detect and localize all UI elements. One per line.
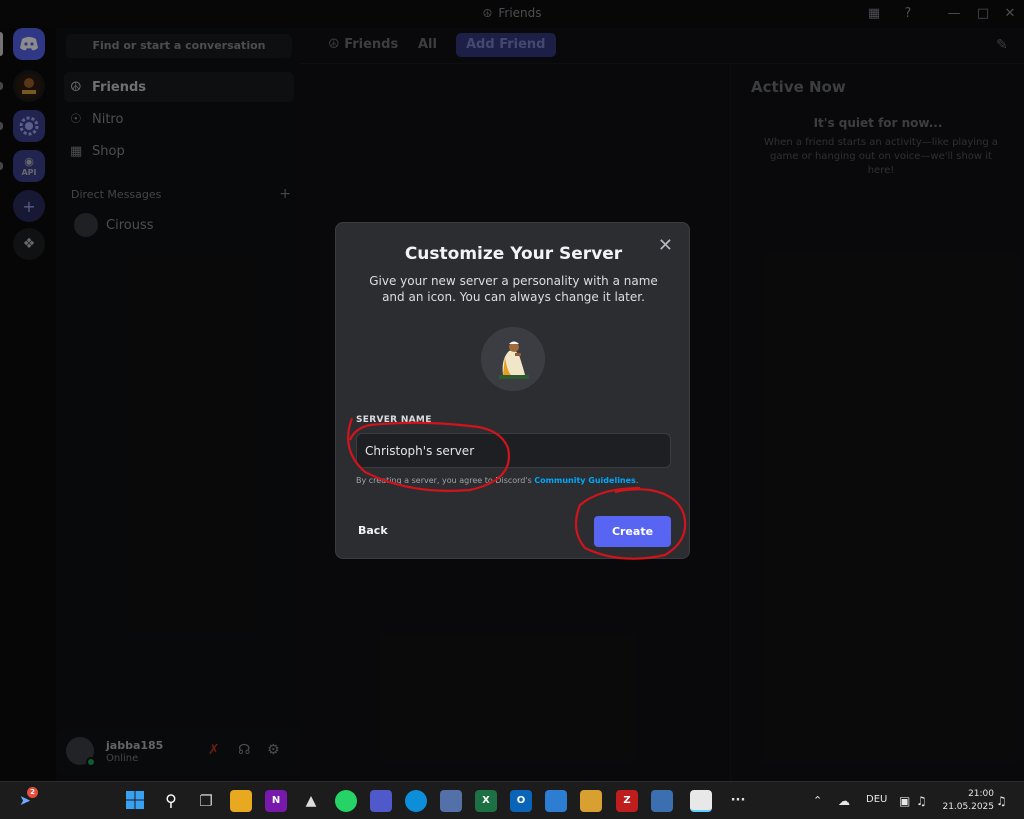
volume-icon[interactable]: ♫ <box>916 794 927 808</box>
excel-icon[interactable]: X <box>475 790 497 812</box>
edge-icon[interactable] <box>405 790 427 812</box>
language-indicator[interactable]: DEU <box>866 794 887 805</box>
media-player-icon[interactable] <box>580 790 602 812</box>
notification-bell-icon[interactable]: ♫ <box>996 794 1007 808</box>
modal-description: Give your new server a personality with … <box>369 274 658 304</box>
windows-logo-icon <box>126 791 144 809</box>
inkscape-icon[interactable]: ▲ <box>300 790 322 812</box>
clock-time: 21:00 <box>968 789 994 799</box>
terms-notice: By creating a server, you agree to Disco… <box>356 476 639 485</box>
back-button[interactable]: Back <box>358 524 388 537</box>
create-button[interactable]: Create <box>594 516 671 547</box>
onedrive-cloud-icon[interactable]: ☁ <box>838 794 850 808</box>
file-explorer-icon[interactable] <box>230 790 252 812</box>
server-name-input[interactable] <box>356 433 671 468</box>
active-window-icon[interactable] <box>690 790 712 812</box>
notification-badge: 2 <box>27 787 38 798</box>
app-icon[interactable] <box>440 790 462 812</box>
network-icon[interactable]: ▣ <box>899 794 910 808</box>
discord-app: ☮ Friends ▦ ? — □ ✕ ◉ API + ❖ Find or sta… <box>0 0 1024 781</box>
onenote-icon[interactable]: N <box>265 790 287 812</box>
server-avatar-image-icon <box>481 327 545 391</box>
store-icon[interactable] <box>545 790 567 812</box>
start-button[interactable] <box>124 790 146 812</box>
customize-server-modal: Customize Your Server ✕ Give your new se… <box>335 222 690 559</box>
windows-taskbar: ➤ 2 ⚲ ❐ N ▲ X O Z ··· ⌃ ☁ DEU ▣ ♫ 21:00 … <box>0 781 1024 819</box>
filezilla-icon[interactable]: Z <box>616 790 638 812</box>
close-icon[interactable]: ✕ <box>658 235 673 256</box>
clock[interactable]: 21:00 21.05.2025 <box>942 788 994 814</box>
search-icon[interactable]: ⚲ <box>160 790 182 812</box>
remote-desktop-icon[interactable] <box>651 790 673 812</box>
more-apps-icon[interactable]: ··· <box>727 790 749 812</box>
community-guidelines-link[interactable]: Community Guidelines <box>534 476 636 485</box>
tray-overflow-icon[interactable]: ⌃ <box>813 794 822 807</box>
modal-title: Customize Your Server <box>404 244 623 264</box>
clock-date: 21.05.2025 <box>942 802 994 812</box>
outlook-icon[interactable]: O <box>510 790 532 812</box>
teams-icon[interactable] <box>370 790 392 812</box>
whatsapp-icon[interactable] <box>335 790 357 812</box>
server-icon-upload[interactable] <box>481 327 545 391</box>
server-name-label: SERVER NAME <box>356 415 432 425</box>
task-view-icon[interactable]: ❐ <box>195 790 217 812</box>
